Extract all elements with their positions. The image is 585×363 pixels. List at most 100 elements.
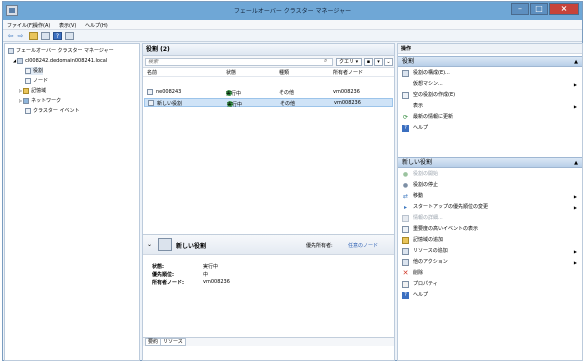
action-start-role[interactable]: ● 役割の開始 (398, 169, 582, 180)
roles-panel: 役割 (2) ⌕ クエリ ▾ ▪ ▾ ⌄ 名前 状態 種類 所有者ノード ne0… (142, 43, 395, 361)
query-button[interactable]: クエリ ▾ (336, 58, 362, 66)
column-headers: 名前 状態 種類 所有者ノード (143, 68, 394, 77)
action-create-empty-role[interactable]: 空の役割の作成(E) (398, 90, 582, 101)
tree-cluster-events[interactable]: クラスター イベント (25, 107, 80, 115)
action-move[interactable]: ⇄ 移動 ▶ (398, 191, 582, 202)
help-icon: ? (402, 125, 409, 132)
expand-icon[interactable]: ▷ (19, 98, 22, 103)
action-delete[interactable]: ✕ 削除 (398, 268, 582, 279)
configure-icon (402, 70, 409, 77)
detail-title: 新しい役割 (176, 243, 207, 250)
minimize-button[interactable]: – (511, 3, 529, 15)
search-row: ⌕ クエリ ▾ ▪ ▾ ⌄ (143, 56, 394, 68)
cluster-manager-icon (8, 47, 14, 54)
col-status[interactable]: 状態 (226, 69, 236, 76)
action-add-storage[interactable]: 記憶域の追加 (398, 235, 582, 246)
menu-action[interactable]: 操作(A) (33, 22, 50, 29)
search-icon[interactable]: ⌕ (324, 57, 327, 65)
submenu-arrow-icon: ▶ (573, 249, 577, 254)
collapse-icon[interactable]: ▲ (574, 158, 578, 168)
action-configure-role[interactable]: 役割の構成(E)... (398, 68, 582, 79)
properties-icon (402, 281, 409, 288)
folder-icon[interactable] (29, 32, 38, 40)
action-more-actions[interactable]: 他のアクション ▶ (398, 257, 582, 268)
save-query-icon[interactable]: ▪ (364, 58, 373, 66)
info-icon (402, 215, 409, 222)
tab-summary[interactable]: 要約 (145, 338, 162, 346)
action-show-critical-events[interactable]: 重要度の高いイベントの表示 (398, 224, 582, 235)
expand-icon[interactable]: ▷ (19, 88, 22, 93)
submenu-arrow-icon: ▶ (573, 205, 577, 210)
delete-icon: ✕ (402, 269, 409, 277)
tree-roles[interactable]: 役割 (25, 67, 44, 75)
empty-role-icon (402, 92, 409, 99)
action-information-details[interactable]: 情報の詳細... (398, 213, 582, 224)
table-row-selected[interactable]: 新しい役割 実行中 その他 vm008236 (144, 98, 393, 108)
action-virtual-machines[interactable]: 仮想マシン... ▶ (398, 79, 582, 90)
status-value: 実行中 (203, 264, 219, 270)
navigation-tree: フェールオーバー クラスター マネージャー ◢ cl008242.dedomain… (4, 43, 140, 361)
chevron-down-icon[interactable]: ⌄ (147, 241, 152, 248)
detail-header: ⌄ 新しい役割 優先所有者: 任意のノード (143, 235, 394, 255)
action-properties[interactable]: プロパティ (398, 279, 582, 290)
network-icon (23, 97, 30, 104)
forward-icon[interactable]: ⇨ (16, 32, 25, 40)
col-owner[interactable]: 所有者ノード (333, 69, 363, 76)
tab-resources[interactable]: リソース (160, 338, 186, 346)
action-refresh[interactable]: ⟳ 最新の情報に更新 (398, 112, 582, 123)
roles-header: 役割 (2) (143, 44, 394, 56)
roles-icon (25, 67, 31, 74)
add-resource-icon (402, 248, 409, 255)
detail-tabs: 要約 リソース (143, 337, 394, 346)
status-label: 状態: (152, 264, 164, 270)
menu-view[interactable]: 表示(V) (59, 22, 76, 29)
action-pane-icon[interactable] (65, 32, 74, 40)
role-large-icon (158, 238, 172, 251)
cluster-icon (17, 57, 24, 64)
maximize-button[interactable]: □ (530, 3, 548, 15)
section-roles[interactable]: 役割 ▲ (398, 56, 582, 67)
col-name[interactable]: 名前 (147, 69, 157, 76)
collapse-icon[interactable]: ▲ (574, 57, 578, 67)
console-tree-icon[interactable] (41, 32, 50, 40)
submenu-arrow-icon: ▶ (573, 260, 577, 265)
menu-bar: ファイル(F) 操作(A) 表示(V) ヘルプ(H) (3, 20, 582, 30)
actions-header: 操作 (398, 44, 582, 54)
owner-node-label: 所有者ノード: (152, 280, 185, 286)
section-new-role[interactable]: 新しい役割 ▲ (398, 157, 582, 168)
actions-pane: 操作 役割 ▲ 役割の構成(E)... 仮想マシン... ▶ 空の役割の作成(E) … (397, 43, 583, 361)
tree-storage[interactable]: ▷ 記憶域 (19, 87, 46, 95)
query-dropdown-icon[interactable]: ▾ (374, 58, 383, 66)
tree-nodes[interactable]: ノード (25, 77, 48, 85)
owner-node-value: vm008236 (203, 279, 230, 285)
submenu-arrow-icon: ▶ (573, 194, 577, 199)
stop-icon: ● (402, 182, 409, 189)
back-icon[interactable]: ⇦ (6, 32, 15, 40)
action-add-resource[interactable]: リソースの追加 ▶ (398, 246, 582, 257)
collapse-panel-icon[interactable]: ⌄ (384, 58, 393, 66)
action-help[interactable]: ? ヘルプ (398, 123, 582, 134)
table-row[interactable]: ne008243 実行中 その他 vm008236 (144, 88, 393, 97)
action-view[interactable]: 表示 ▶ (398, 101, 582, 112)
preferred-owner-link[interactable]: 任意のノード (348, 242, 378, 249)
action-help-role[interactable]: ? ヘルプ (398, 290, 582, 301)
app-window: フェールオーバー クラスター マネージャー – □ × ファイル(F) 操作(A… (2, 1, 583, 361)
menu-file[interactable]: ファイル(F) (7, 22, 34, 29)
help-icon[interactable]: ? (53, 32, 62, 40)
more-actions-icon (402, 259, 409, 266)
col-type[interactable]: 種類 (279, 69, 289, 76)
tree-cluster[interactable]: ◢ cl008242.dedomain008241.local (13, 57, 107, 65)
menu-help[interactable]: ヘルプ(H) (85, 22, 108, 29)
collapse-icon[interactable]: ◢ (13, 58, 16, 63)
tree-root[interactable]: フェールオーバー クラスター マネージャー (8, 47, 114, 55)
tree-networks[interactable]: ▷ ネットワーク (19, 97, 61, 105)
close-button[interactable]: × (549, 3, 579, 15)
search-input[interactable] (145, 58, 333, 66)
priority-value: 中 (203, 272, 209, 278)
priority-label: 優先順位: (152, 272, 174, 278)
action-change-priority[interactable]: ▸ スタートアップの優先順位の変更 ▶ (398, 202, 582, 213)
role-icon (148, 100, 154, 106)
action-stop-role[interactable]: ● 役割の停止 (398, 180, 582, 191)
storage-icon (23, 87, 30, 94)
events-icon (25, 107, 31, 114)
